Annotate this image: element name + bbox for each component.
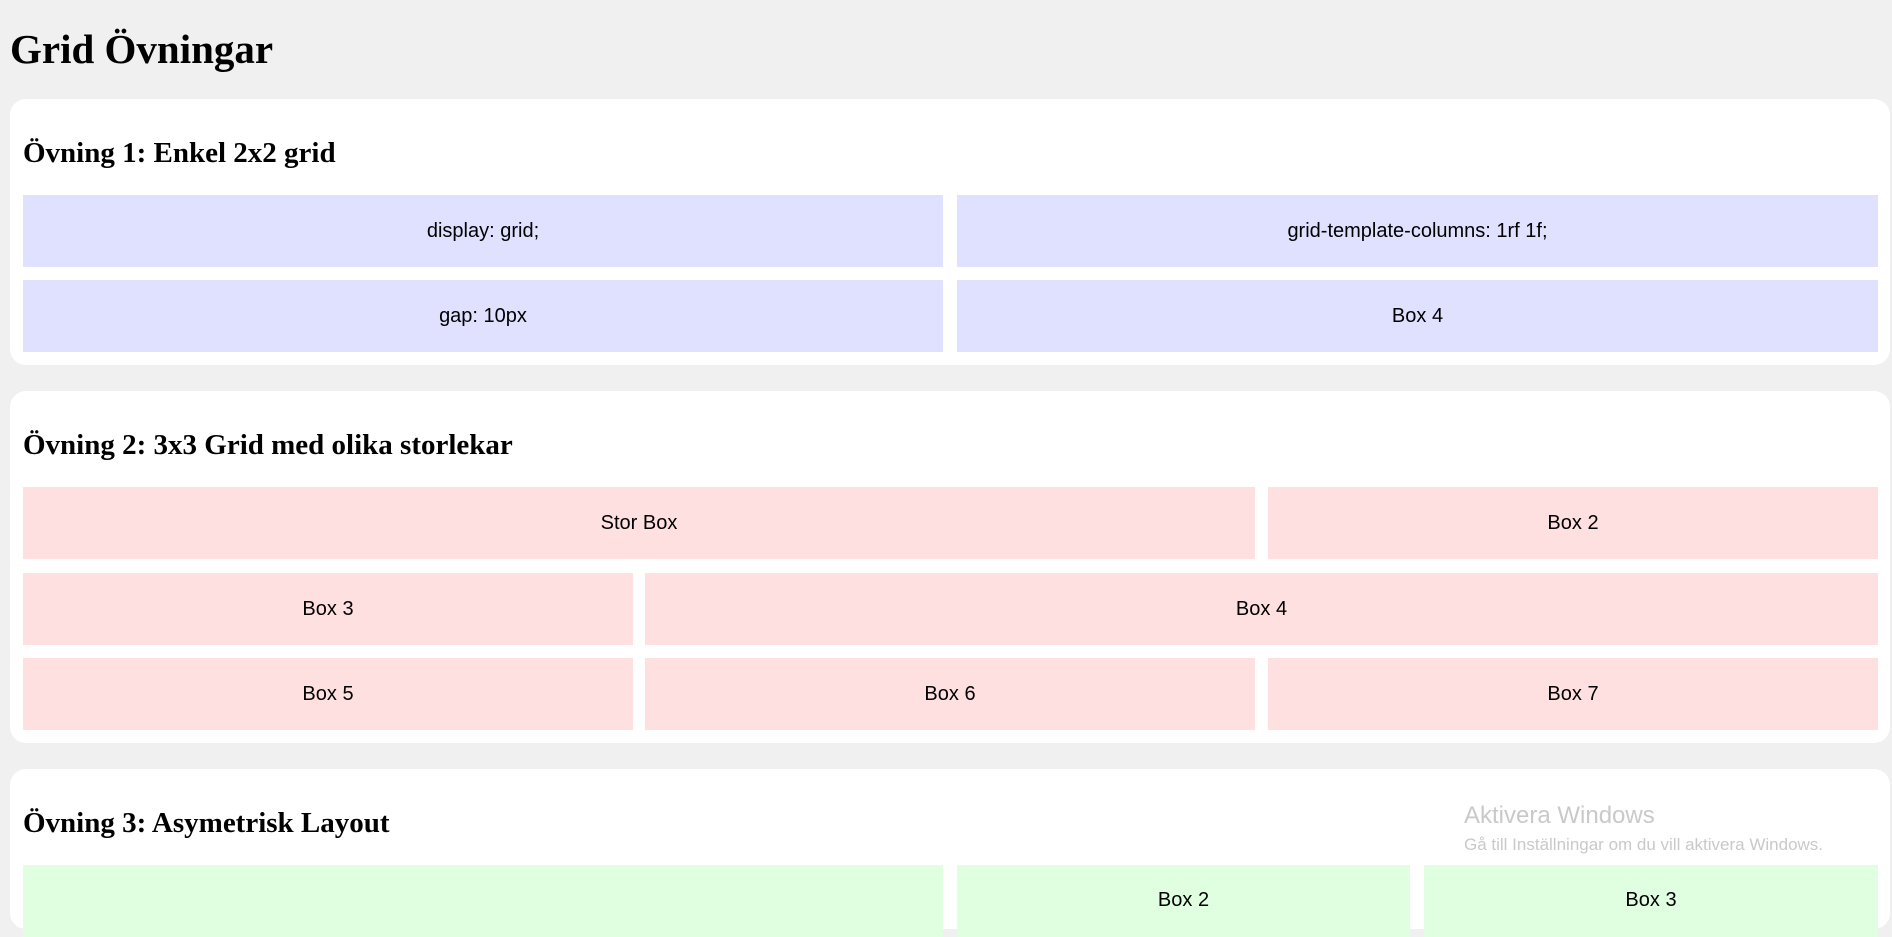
grid-box-4: Box 4: [645, 573, 1878, 645]
grid-box-3: Box 3: [23, 573, 633, 645]
exercise-3-heading: Övning 3: Asymetrisk Layout: [23, 807, 390, 839]
grid-box-3: gap: 10px: [23, 280, 943, 352]
watermark-title: Aktivera Windows: [1464, 802, 1655, 829]
windows-activation-watermark: Aktivera Windows Gå till Inställningar o…: [1464, 802, 1823, 856]
grid-box-2: Box 2: [1268, 487, 1878, 559]
watermark-subtitle: Gå till Inställningar om du vill aktiver…: [1464, 835, 1824, 854]
grid-box-1: display: grid;: [23, 195, 943, 267]
grid-box-3: Box 3: [1424, 865, 1878, 937]
grid-box-1: [23, 865, 943, 937]
grid-box-3-label: Box 3: [1625, 889, 1677, 911]
grid-box-7: Box 7: [1268, 658, 1878, 730]
grid-box-2-label: Box 2: [1157, 889, 1210, 911]
grid-box-2: Box 2: [957, 865, 1410, 937]
grid-box-2: grid-template-columns: 1rf 1f;: [957, 195, 1878, 267]
grid-box-4: Box 4: [957, 280, 1878, 352]
grid-box-6: Box 6: [645, 658, 1255, 730]
exercise-1-heading: Övning 1: Enkel 2x2 grid: [23, 137, 336, 169]
grid-box-5: Box 5: [23, 658, 633, 730]
exercise-2-heading: Övning 2: 3x3 Grid med olika storlekar: [23, 429, 513, 461]
stor-box: Stor Box: [23, 487, 1255, 559]
page-title: Grid Övningar: [10, 26, 274, 72]
